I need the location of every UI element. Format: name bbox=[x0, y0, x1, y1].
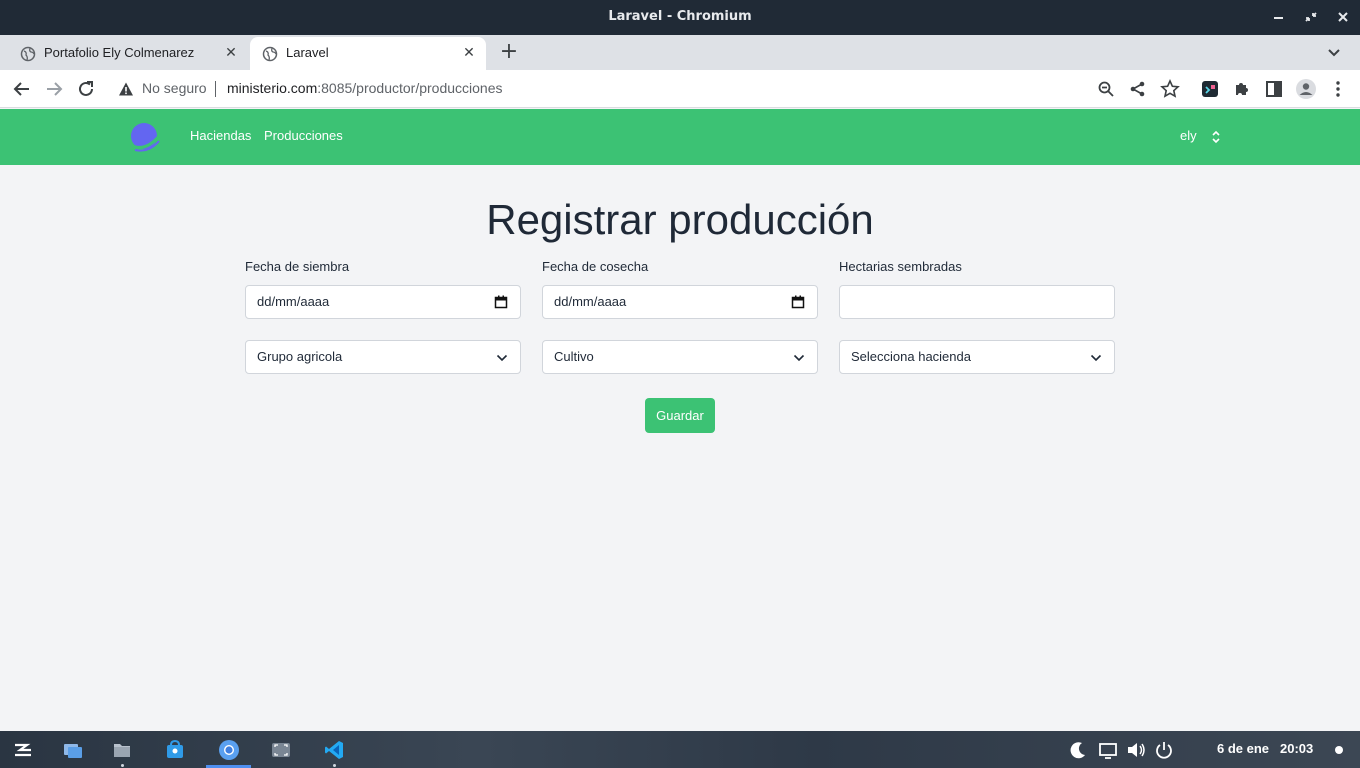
forward-icon[interactable] bbox=[43, 78, 65, 100]
window-title: Laravel - Chromium bbox=[608, 9, 752, 24]
software-store-icon[interactable] bbox=[164, 739, 186, 761]
logo-icon[interactable] bbox=[127, 119, 163, 155]
select-value: Cultivo bbox=[554, 349, 594, 364]
side-panel-icon[interactable] bbox=[1263, 78, 1285, 100]
url-text[interactable]: ministerio.com:8085/productor/produccion… bbox=[227, 80, 502, 96]
hacienda-select[interactable]: Selecciona hacienda bbox=[839, 340, 1115, 374]
share-icon[interactable] bbox=[1127, 78, 1149, 100]
nav-link-haciendas[interactable]: Haciendas bbox=[190, 128, 251, 143]
close-tab-icon[interactable]: ✕ bbox=[222, 44, 240, 62]
page-title: Registrar producción bbox=[486, 196, 874, 243]
windows-overview-icon[interactable] bbox=[62, 739, 84, 761]
screenshot-icon[interactable] bbox=[270, 739, 292, 761]
address-bar[interactable]: No seguro ministerio.com:8085/productor/… bbox=[108, 73, 1192, 105]
hectareas-label: Hectarias sembradas bbox=[839, 259, 962, 274]
chevron-up-down-icon bbox=[1212, 130, 1220, 144]
restore-icon[interactable] bbox=[1300, 6, 1322, 28]
close-tab-icon[interactable]: ✕ bbox=[460, 44, 478, 62]
vscode-icon[interactable] bbox=[323, 739, 345, 761]
tab-label: Portafolio Ely Colmenarez bbox=[44, 45, 195, 60]
extension-icon[interactable] bbox=[1199, 78, 1221, 100]
minimize-icon[interactable] bbox=[1268, 6, 1290, 28]
display-icon[interactable] bbox=[1097, 739, 1119, 761]
fecha-cosecha-label: Fecha de cosecha bbox=[542, 259, 649, 274]
reload-icon[interactable] bbox=[75, 78, 97, 100]
url-host: ministerio.com bbox=[227, 80, 318, 96]
app-navbar: Haciendas Producciones ely bbox=[0, 109, 1360, 165]
user-name: ely bbox=[1180, 128, 1197, 143]
taskbar-date[interactable]: 6 de ene bbox=[1217, 741, 1269, 756]
hectareas-input[interactable] bbox=[839, 285, 1115, 319]
calendar-icon[interactable] bbox=[791, 295, 805, 309]
power-icon[interactable] bbox=[1153, 739, 1175, 761]
chevron-down-icon bbox=[793, 354, 805, 362]
notification-dot-icon[interactable] bbox=[1333, 744, 1345, 756]
close-window-icon[interactable] bbox=[1332, 6, 1354, 28]
date-placeholder: dd/mm/aaaa bbox=[554, 294, 627, 309]
os-taskbar: 6 de ene 20:03 bbox=[0, 731, 1360, 768]
back-icon[interactable] bbox=[11, 78, 33, 100]
fecha-siembra-label: Fecha de siembra bbox=[245, 259, 350, 274]
taskbar-time[interactable]: 20:03 bbox=[1280, 741, 1313, 756]
window-titlebar: Laravel - Chromium bbox=[0, 0, 1360, 35]
date-placeholder: dd/mm/aaaa bbox=[257, 294, 330, 309]
night-light-icon[interactable] bbox=[1068, 739, 1090, 761]
tab-portfolio[interactable]: Portafolio Ely Colmenarez ✕ bbox=[8, 37, 248, 70]
menu-kebab-icon[interactable] bbox=[1327, 78, 1349, 100]
select-value: Selecciona hacienda bbox=[851, 349, 971, 364]
guardar-button[interactable]: Guardar bbox=[645, 398, 715, 433]
globe-icon bbox=[262, 46, 278, 62]
divider bbox=[215, 81, 216, 97]
calendar-icon[interactable] bbox=[494, 295, 508, 309]
chevron-down-icon bbox=[496, 354, 508, 362]
files-icon[interactable] bbox=[111, 739, 133, 761]
zoom-icon[interactable] bbox=[1095, 78, 1117, 100]
extensions-puzzle-icon[interactable] bbox=[1231, 78, 1253, 100]
nav-link-producciones[interactable]: Producciones bbox=[264, 128, 343, 143]
globe-icon bbox=[20, 46, 36, 62]
warning-icon[interactable] bbox=[118, 81, 134, 97]
running-indicator bbox=[121, 764, 124, 767]
fecha-cosecha-input[interactable]: dd/mm/aaaa bbox=[542, 285, 818, 319]
grupo-agricola-select[interactable]: Grupo agricola bbox=[245, 340, 521, 374]
chromium-icon[interactable] bbox=[218, 739, 240, 761]
volume-icon[interactable] bbox=[1125, 739, 1147, 761]
tab-laravel[interactable]: Laravel ✕ bbox=[250, 37, 486, 70]
app-menu-icon[interactable] bbox=[12, 739, 34, 761]
select-value: Grupo agricola bbox=[257, 349, 343, 364]
chevron-down-icon bbox=[1090, 354, 1102, 362]
running-indicator bbox=[333, 764, 336, 767]
tab-strip: Portafolio Ely Colmenarez ✕ Laravel ✕ + bbox=[0, 35, 1360, 70]
fecha-siembra-input[interactable]: dd/mm/aaaa bbox=[245, 285, 521, 319]
security-status[interactable]: No seguro bbox=[142, 80, 207, 96]
browser-toolbar: No seguro ministerio.com:8085/productor/… bbox=[0, 70, 1360, 108]
cultivo-select[interactable]: Cultivo bbox=[542, 340, 818, 374]
user-menu-button[interactable]: ely bbox=[1180, 128, 1220, 144]
profile-avatar-icon[interactable] bbox=[1295, 78, 1317, 100]
tab-label: Laravel bbox=[286, 45, 329, 60]
url-path: :8085/productor/producciones bbox=[317, 80, 503, 96]
chevron-down-icon[interactable] bbox=[1324, 43, 1344, 63]
bookmark-star-icon[interactable] bbox=[1159, 78, 1181, 100]
new-tab-icon[interactable]: + bbox=[496, 40, 522, 66]
